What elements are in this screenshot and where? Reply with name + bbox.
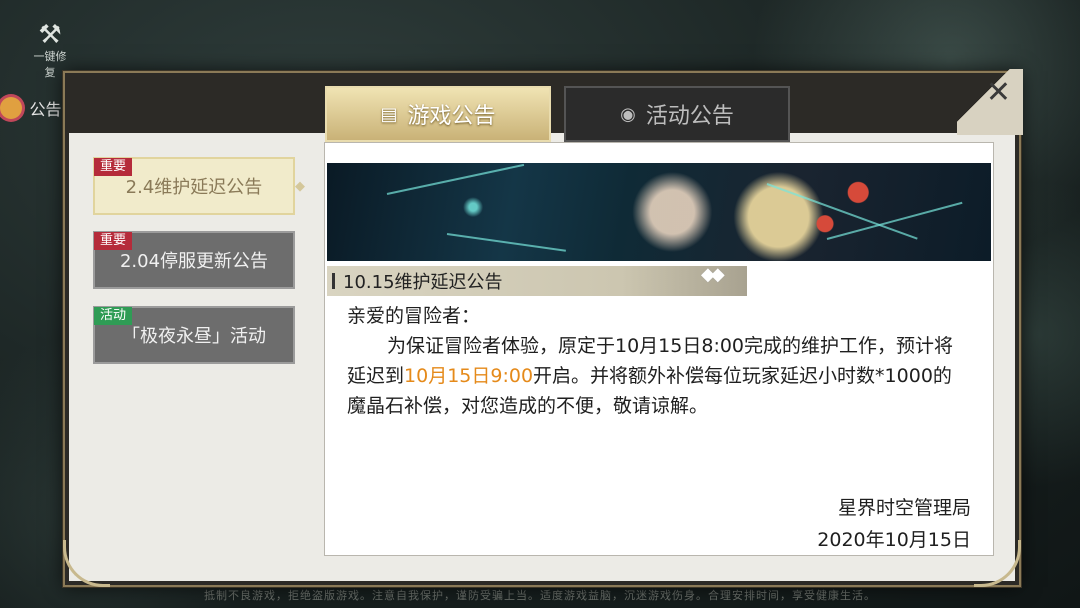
announcement-content[interactable]: 10.15维护延迟公告 ◆◆ 亲爱的冒险者： 为保证冒险者体验，原定于10月15… — [324, 142, 994, 556]
activity-icon: ◉ — [620, 103, 636, 125]
important-tag: 重要 — [94, 158, 133, 176]
tab-game-notice[interactable]: ▤ 游戏公告 — [325, 86, 551, 142]
announcement-text: 亲爱的冒险者： 为保证冒险者体验，原定于10月15日8:00完成的维护工作，预计… — [347, 301, 967, 421]
sidebar-item-label: 2.4维护延迟公告 — [125, 177, 263, 198]
notice-icon — [0, 97, 22, 119]
tab-event-notice[interactable]: ◉ 活动公告 — [564, 86, 790, 142]
sidebar-item-label: 2.04停服更新公告 — [119, 251, 269, 272]
health-notice-footer: 抵制不良游戏，拒绝盗版游戏。注意自我保护，谨防受骗上当。适度游戏益脑，沉迷游戏伤… — [204, 589, 876, 602]
selected-arrow-icon: ◆ — [295, 179, 305, 194]
wrench-icon: ⚒ — [38, 20, 62, 50]
signature: 星界时空管理局 — [837, 497, 971, 519]
notice-board-icon: ▤ — [380, 103, 398, 125]
notice-button[interactable]: 公告 — [0, 96, 70, 120]
announcement-title: 10.15维护延迟公告 — [343, 272, 503, 293]
tab-label: 游戏公告 — [407, 104, 496, 129]
event-tag: 活动 — [94, 307, 133, 325]
announcement-title-bar: 10.15维护延迟公告 — [327, 266, 747, 296]
notice-label: 公告 — [29, 100, 62, 119]
announcement-banner-image — [327, 163, 991, 261]
diamond-ornament-icon: ◆◆ — [701, 264, 725, 285]
highlighted-time: 10月15日9:00 — [404, 365, 534, 387]
sidebar-item-server-update[interactable]: 重要 2.04停服更新公告 — [93, 231, 295, 289]
announcement-date: 2020年10月15日 — [817, 529, 971, 551]
greeting: 亲爱的冒险者： — [347, 305, 481, 327]
important-tag: 重要 — [94, 232, 133, 250]
tab-label: 活动公告 — [645, 104, 734, 129]
sidebar-item-event[interactable]: 活动 「极夜永昼」活动 — [93, 306, 295, 364]
announcement-dialog: ▤ 游戏公告 ◉ 活动公告 ✕ 重要 2.4维护延迟公告 ◆ 重要 2.04停服… — [63, 69, 1023, 587]
close-icon: ✕ — [985, 75, 1011, 110]
sidebar-item-label: 「极夜永昼」活动 — [122, 326, 266, 347]
close-button[interactable]: ✕ — [957, 69, 1023, 135]
announcement-paragraph: 为保证冒险者体验，原定于10月15日8:00完成的维护工作，预计将延迟到10月1… — [347, 331, 967, 421]
repair-label: 一键修复 — [33, 50, 67, 79]
sidebar-item-maintenance-delay[interactable]: 重要 2.4维护延迟公告 ◆ — [93, 157, 305, 215]
